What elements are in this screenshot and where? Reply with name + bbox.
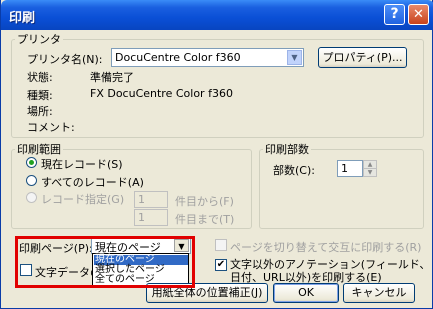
title-bar: 印刷 ? ✕ <box>1 0 433 30</box>
check-mark-icon: ✔ <box>216 259 226 270</box>
ok-button[interactable]: OK <box>273 283 339 303</box>
type-value: FX DocuCentre Color f360 <box>90 87 233 100</box>
location-label: 場所: <box>27 105 53 118</box>
print-range-label: 印刷範囲 <box>17 143 61 156</box>
print-dialog: 印刷 ? ✕ プリンタ プリンタ名(N): DocuCentre Color f… <box>0 0 433 309</box>
close-icon: ✕ <box>413 7 424 22</box>
type-label: 種類: <box>27 89 53 102</box>
copies-group: 印刷部数 <box>259 141 424 229</box>
help-button[interactable]: ? <box>384 4 405 25</box>
range-specify-radio[interactable] <box>26 192 37 203</box>
help-icon: ? <box>390 6 399 22</box>
status-label: 状態: <box>27 71 53 84</box>
window-title: 印刷 <box>9 11 36 26</box>
printer-name-label: プリンタ名(N): <box>27 53 103 66</box>
highlight-callout-box <box>15 236 195 288</box>
printer-name-select[interactable]: DocuCentre Color f360 ▼ <box>111 48 304 67</box>
copies-group-label: 印刷部数 <box>265 143 309 156</box>
range-to-label: 件目まで(T) <box>175 213 235 226</box>
alternate-pages-label[interactable]: ページを切り替えて交互に印刷する(R) <box>230 239 421 255</box>
range-to-input[interactable]: 1 <box>134 209 168 226</box>
properties-button[interactable]: プロパティ(P)... <box>318 47 407 68</box>
range-from-label: 件目から(F) <box>175 195 234 208</box>
copies-input[interactable]: 1 <box>337 160 363 177</box>
copies-down-arrow-icon[interactable]: ▼ <box>363 168 377 177</box>
alternate-pages-checkbox[interactable] <box>215 239 227 251</box>
range-current-radio[interactable] <box>26 157 37 168</box>
range-all-label[interactable]: すべてのレコード(A) <box>41 174 144 190</box>
range-current-label[interactable]: 現在レコード(S) <box>41 156 123 172</box>
cancel-button[interactable]: キャンセル <box>343 283 415 303</box>
close-button[interactable]: ✕ <box>408 4 429 25</box>
chevron-down-icon: ▼ <box>287 50 302 65</box>
printer-group-label: プリンタ <box>17 33 61 46</box>
copies-label: 部数(C): <box>273 164 315 177</box>
comment-label: コメント: <box>27 121 75 134</box>
range-specify-label[interactable]: レコード指定(G) <box>41 191 124 207</box>
range-from-input[interactable]: 1 <box>134 191 168 208</box>
status-value: 準備完了 <box>90 71 134 84</box>
range-all-radio[interactable] <box>26 175 37 186</box>
annotation-checkbox[interactable]: ✔ <box>215 259 227 271</box>
printer-name-value: DocuCentre Color f360 <box>115 51 241 64</box>
